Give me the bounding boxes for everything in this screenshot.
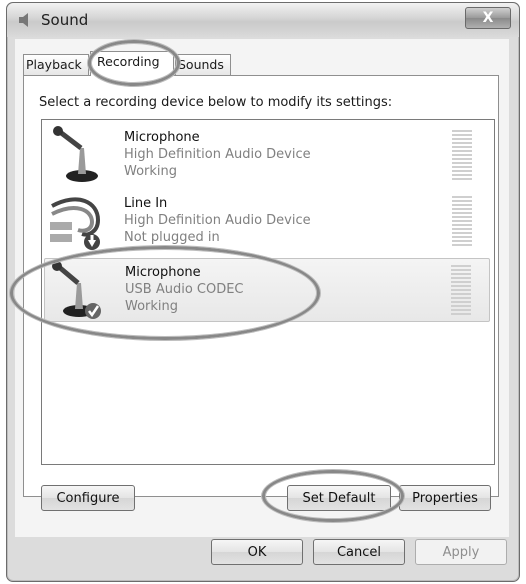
properties-button[interactable]: Properties <box>399 485 491 511</box>
device-description: High Definition Audio Device <box>124 213 311 228</box>
title-bar[interactable]: Sound X <box>7 3 519 37</box>
configure-button[interactable]: Configure <box>41 485 135 511</box>
device-description: High Definition Audio Device <box>124 147 311 162</box>
instruction-text: Select a recording device below to modif… <box>39 95 393 110</box>
microphone-icon <box>53 126 98 182</box>
close-button[interactable]: X <box>465 7 511 29</box>
level-meter <box>451 265 471 315</box>
device-status: Working <box>124 164 178 179</box>
device-row-microphone-hd[interactable]: Microphone High Definition Audio Device … <box>44 124 490 188</box>
level-meter <box>452 130 472 180</box>
level-meter <box>452 196 472 246</box>
device-name: Microphone <box>124 130 200 145</box>
device-name: Line In <box>124 196 168 211</box>
set-default-button[interactable]: Set Default <box>287 485 391 511</box>
tab-playback[interactable]: Playback <box>23 54 89 75</box>
device-status: Working <box>125 299 179 314</box>
cancel-button[interactable]: Cancel <box>313 539 405 565</box>
device-name: Microphone <box>125 265 201 280</box>
device-row-microphone-usb[interactable]: Microphone USB Audio CODEC Working <box>44 258 490 322</box>
microphone-icon <box>52 261 101 319</box>
device-list[interactable]: Microphone High Definition Audio Device … <box>41 119 495 465</box>
speaker-icon <box>19 13 28 27</box>
device-row-line-in[interactable]: Line In High Definition Audio Device Not… <box>44 190 490 254</box>
window-title: Sound <box>41 11 89 29</box>
sound-dialog: Sound X Playback Sounds Recording Select… <box>6 2 520 582</box>
device-description: USB Audio CODEC <box>125 282 244 297</box>
ok-button[interactable]: OK <box>211 539 303 565</box>
close-icon: X <box>482 10 494 26</box>
checkmark-badge-icon <box>85 303 101 319</box>
down-arrow-badge-icon <box>84 234 100 250</box>
line-in-cable-icon <box>50 197 101 250</box>
tab-recording[interactable]: Recording <box>90 51 174 76</box>
apply-button[interactable]: Apply <box>415 539 507 565</box>
device-status: Not plugged in <box>124 230 220 245</box>
dialog-body: Playback Sounds Recording Select a recor… <box>15 39 509 537</box>
tab-sounds[interactable]: Sounds <box>175 54 231 75</box>
